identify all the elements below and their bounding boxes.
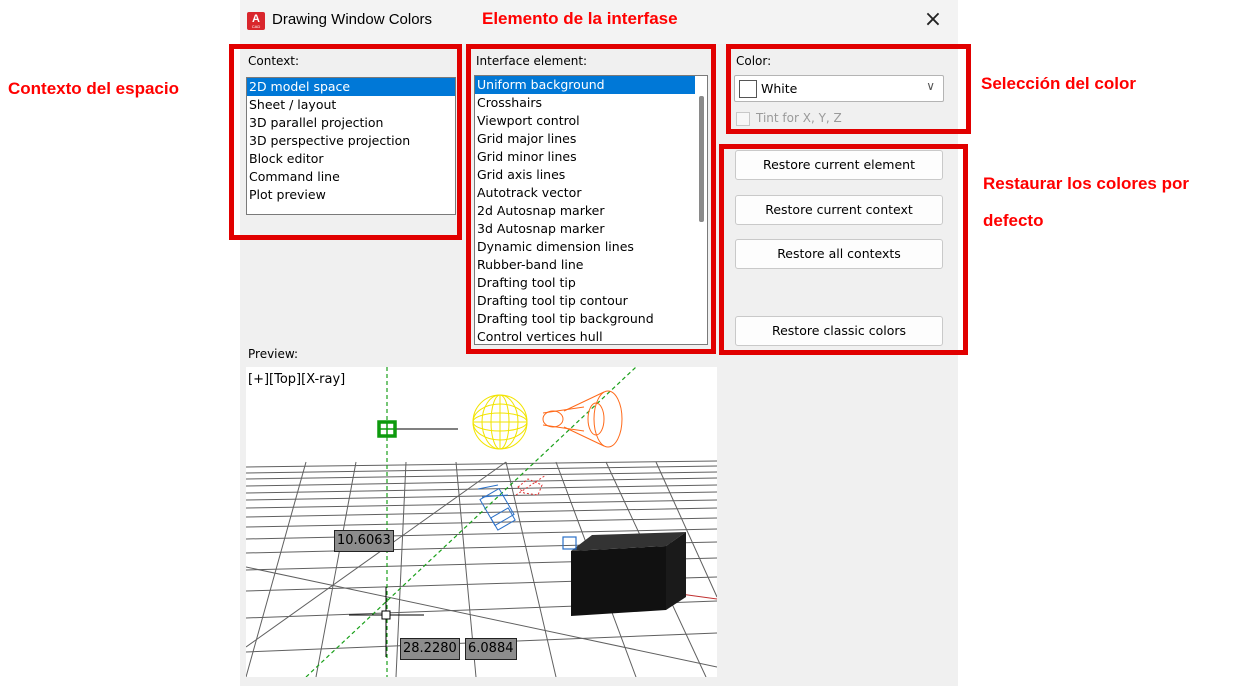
viewport-label[interactable]: [+][Top][X-ray]	[248, 372, 345, 387]
x-coord-tooltip: 28.2280	[400, 638, 460, 660]
annotation-box-color	[726, 44, 971, 134]
annotation-box-context	[229, 44, 462, 240]
annotation-restaurar-1: Restaurar los colores por	[983, 174, 1189, 193]
camera-icon	[477, 484, 516, 531]
annotation-restaurar-2: defecto	[983, 211, 1044, 230]
annotation-contexto: Contexto del espacio	[8, 79, 179, 98]
black-cube	[571, 546, 666, 616]
target-icon	[515, 474, 547, 496]
dimension-tooltip: 10.6063	[334, 530, 394, 552]
annotation-elemento: Elemento de la interfase	[482, 9, 678, 28]
preview-scene	[246, 367, 717, 677]
annotation-seleccion: Selección del color	[981, 74, 1136, 93]
preview-viewport: [+][Top][X-ray] 10.6063 28.2280 6.0884	[246, 367, 717, 677]
light-sphere-icon	[472, 394, 528, 450]
annotation-box-interface	[466, 44, 716, 354]
spotlight-icon	[542, 390, 623, 448]
autocad-app-icon: A CAD	[247, 12, 265, 30]
annotation-box-restore	[719, 144, 968, 355]
window-title: Drawing Window Colors	[272, 11, 433, 28]
y-coord-tooltip: 6.0884	[465, 638, 517, 660]
snap-box-icon	[562, 536, 577, 550]
axis-diagonal-line	[305, 367, 637, 677]
preview-label: Preview:	[248, 347, 299, 361]
crosshair-box-icon	[381, 610, 391, 620]
close-icon[interactable]: ×	[920, 9, 946, 33]
